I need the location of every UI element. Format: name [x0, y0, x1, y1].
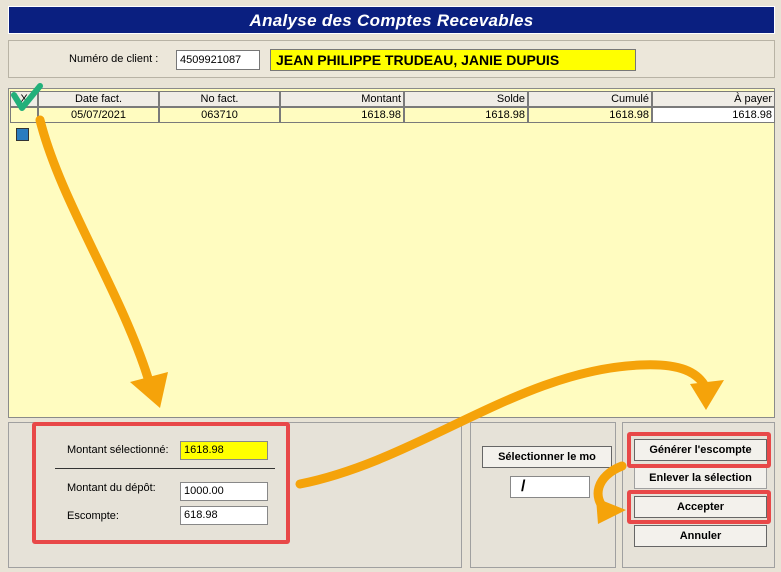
- annotation-overlay: [11, 83, 724, 524]
- arrow-down-icon: [35, 115, 168, 408]
- arrow-hook-icon: [593, 461, 627, 524]
- check-mark-icon: [11, 83, 43, 111]
- app-window: Analyse des Comptes Recevables Numéro de…: [0, 0, 781, 572]
- arrow-curve-icon: [295, 360, 724, 489]
